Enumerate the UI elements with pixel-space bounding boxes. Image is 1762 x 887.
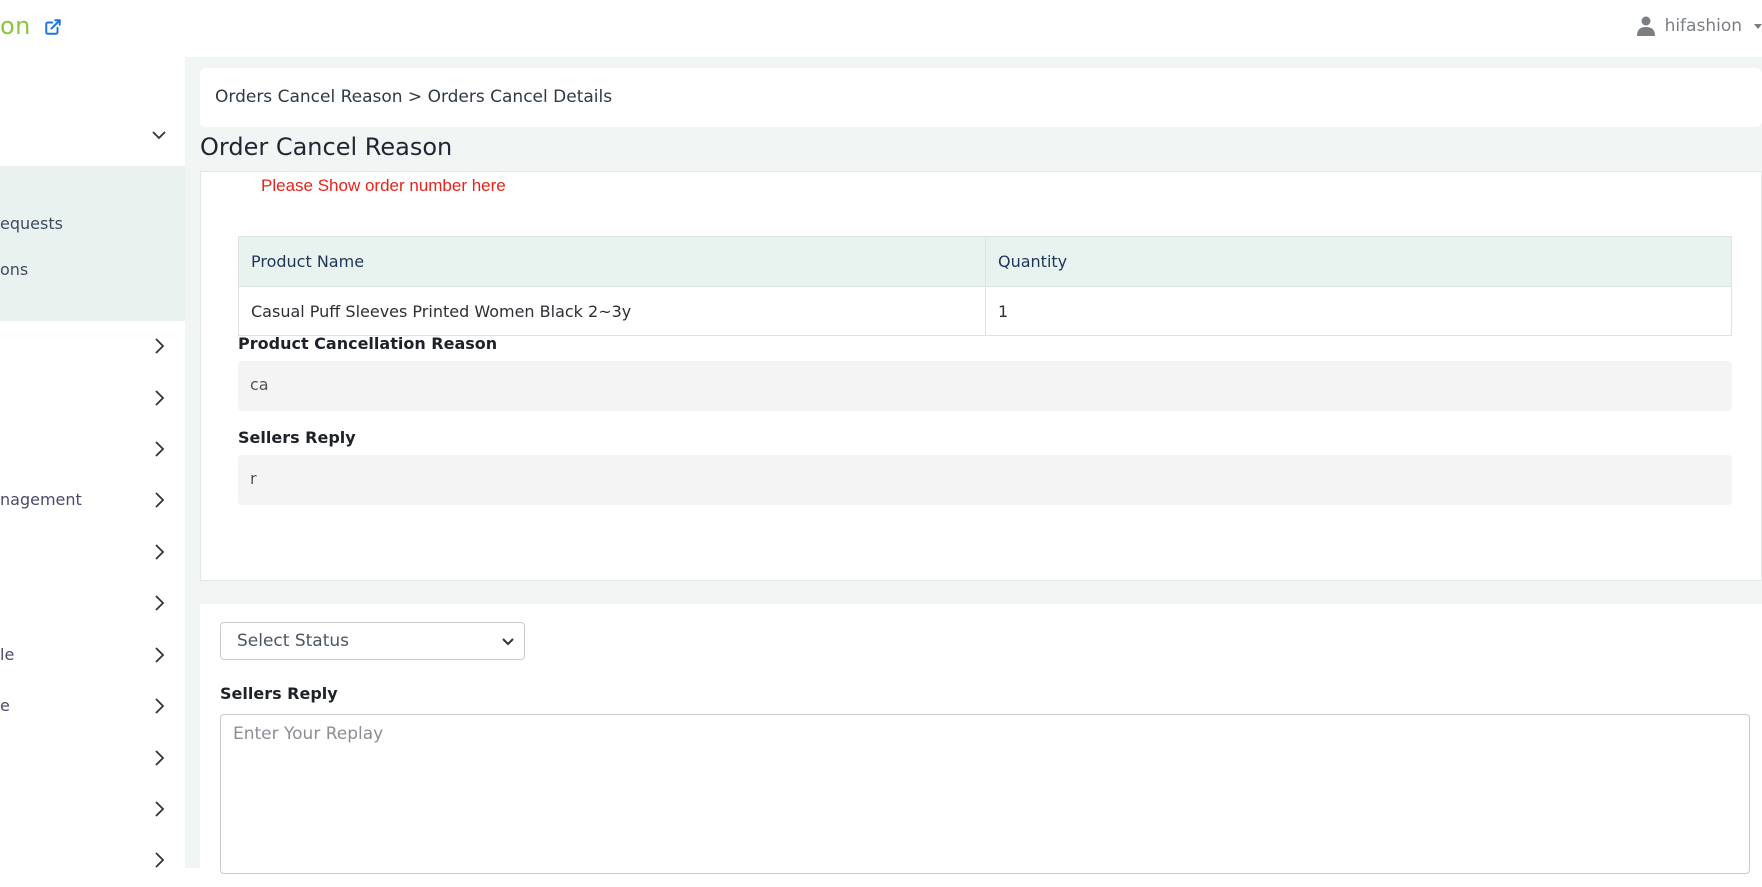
sidebar-item-label: nagement [0, 490, 82, 509]
main-content: Orders Cancel Reason > Orders Cancel Det… [185, 57, 1762, 874]
sidebar-item[interactable] [0, 424, 185, 476]
column-header-quantity: Quantity [985, 236, 1732, 287]
sidebar-item-orders[interactable] [0, 111, 185, 163]
sidebar-item[interactable] [0, 835, 185, 887]
breadcrumb[interactable]: Orders Cancel Reason > Orders Cancel Det… [215, 87, 612, 107]
order-details-card: Please Show order number here Product Na… [200, 171, 1762, 581]
chevron-right-icon [155, 595, 165, 611]
sidebar-item[interactable]: e [0, 681, 185, 733]
sidebar-item[interactable] [0, 784, 185, 836]
product-name-cell: Casual Puff Sleeves Printed Women Black … [238, 286, 986, 336]
chevron-down-icon [502, 638, 514, 646]
sellers-reply-form-label: Sellers Reply [220, 684, 338, 703]
sidebar-submenu: equests ons [0, 166, 185, 321]
reply-form-card: Select Status Sellers Reply Enter Your R… [200, 604, 1762, 874]
chevron-right-icon [155, 852, 165, 868]
status-select-value: Select Status [237, 631, 350, 651]
table-row: Casual Puff Sleeves Printed Women Black … [238, 286, 1732, 336]
brand-logo-text[interactable]: on [0, 12, 31, 40]
sidebar-item-label: e [0, 696, 10, 715]
sellers-reply-value: r [238, 455, 1732, 505]
chevron-down-icon [152, 131, 166, 140]
sidebar-item[interactable] [0, 373, 185, 425]
sidebar: equests ons nagement le e [0, 57, 185, 868]
sidebar-item[interactable] [0, 527, 185, 579]
chevron-right-icon [155, 801, 165, 817]
quantity-cell: 1 [985, 286, 1732, 336]
username-label: hifashion [1664, 16, 1742, 36]
chevron-right-icon [155, 647, 165, 663]
chevron-down-icon [1754, 23, 1762, 29]
sidebar-item-label: le [0, 645, 15, 664]
chevron-right-icon [155, 492, 165, 508]
chevron-right-icon [155, 441, 165, 457]
user-icon [1636, 16, 1655, 36]
external-link-icon[interactable] [44, 18, 62, 36]
sidebar-subitem-requests[interactable]: equests [0, 214, 63, 233]
user-menu[interactable]: hifashion [1636, 16, 1762, 36]
sidebar-item-management[interactable]: nagement [0, 475, 185, 527]
chevron-right-icon [155, 544, 165, 560]
cancellation-reason-label: Product Cancellation Reason [238, 334, 498, 353]
sidebar-item[interactable]: le [0, 630, 185, 682]
sidebar-item[interactable] [0, 733, 185, 785]
sidebar-item[interactable] [0, 321, 185, 373]
table-header-row: Product Name Quantity [238, 236, 1732, 287]
chevron-right-icon [155, 338, 165, 354]
reply-textarea[interactable]: Enter Your Replay [220, 714, 1750, 874]
order-number-notice: Please Show order number here [261, 176, 506, 195]
status-select[interactable]: Select Status [220, 622, 525, 660]
chevron-right-icon [155, 698, 165, 714]
product-table: Product Name Quantity Casual Puff Sleeve… [238, 236, 1732, 336]
breadcrumb-bar: Orders Cancel Reason > Orders Cancel Det… [200, 68, 1762, 127]
sidebar-subitem-cancellations[interactable]: ons [0, 260, 28, 279]
column-header-product-name: Product Name [238, 236, 986, 287]
cancellation-reason-value: ca [238, 361, 1732, 411]
chevron-right-icon [155, 390, 165, 406]
top-bar: on hifashion [0, 0, 1762, 57]
reply-textarea-placeholder: Enter Your Replay [233, 724, 384, 744]
chevron-right-icon [155, 750, 165, 766]
sellers-reply-label: Sellers Reply [238, 428, 356, 447]
sidebar-item[interactable] [0, 578, 185, 630]
page-title: Order Cancel Reason [200, 133, 453, 161]
